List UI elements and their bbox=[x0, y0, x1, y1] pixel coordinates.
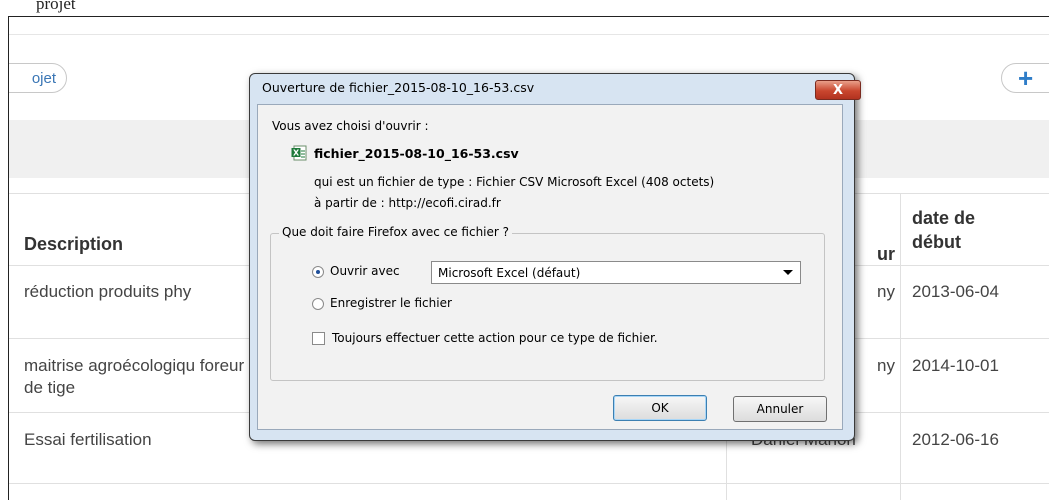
save-file-label[interactable]: Enregistrer le fichier bbox=[330, 296, 452, 310]
open-with-value: Microsoft Excel (défaut) bbox=[438, 266, 581, 280]
always-label[interactable]: Toujours effectuer cette action pour ce … bbox=[332, 331, 658, 345]
open-file-dialog: Ouverture de fichier_2015-08-10_16-53.cs… bbox=[249, 73, 861, 441]
dialog-title: Ouverture de fichier_2015-08-10_16-53.cs… bbox=[262, 80, 535, 95]
row-3-start-date: 2012-06-16 bbox=[912, 430, 999, 449]
add-button[interactable]: + bbox=[1001, 63, 1049, 93]
header-description: Description bbox=[24, 234, 124, 254]
row-2-author: ny bbox=[877, 356, 895, 375]
table-row-line bbox=[9, 483, 1049, 484]
dialog-body: Vous avez choisi d'ouvrir : X fichier_20… bbox=[257, 104, 843, 430]
excel-file-icon: X bbox=[291, 145, 307, 161]
open-with-select[interactable]: Microsoft Excel (défaut) bbox=[431, 261, 801, 284]
ok-button[interactable]: OK bbox=[613, 395, 707, 421]
always-checkbox[interactable] bbox=[312, 332, 325, 345]
plus-icon: + bbox=[1018, 63, 1034, 93]
column-divider bbox=[900, 193, 901, 500]
file-name: fichier_2015-08-10_16-53.csv bbox=[314, 146, 519, 161]
row-3-description: Essai fertilisation bbox=[24, 430, 152, 449]
top-strip: projet bbox=[0, 0, 1049, 16]
row-2-start-date: 2014-10-01 bbox=[912, 356, 999, 375]
save-file-radio[interactable] bbox=[312, 298, 324, 310]
divider bbox=[9, 34, 1049, 35]
row-1-start-date: 2013-06-04 bbox=[912, 282, 999, 301]
chevron-down-icon bbox=[783, 270, 793, 275]
action-question: Que doit faire Firefox avec ce fichier ? bbox=[279, 225, 513, 239]
header-partial-text: projet bbox=[36, 0, 76, 13]
project-button-label: ojet bbox=[31, 70, 56, 87]
close-icon: X bbox=[832, 83, 844, 98]
file-type-line: qui est un fichier de type : Fichier CSV… bbox=[314, 175, 715, 189]
header-start-date: date de début bbox=[912, 208, 976, 252]
close-button[interactable]: X bbox=[815, 80, 861, 100]
row-1-description: réduction produits phy bbox=[24, 282, 192, 301]
open-with-radio[interactable] bbox=[312, 266, 324, 278]
project-button[interactable]: ojet bbox=[9, 63, 67, 93]
source-line: à partir de : http://ecofi.cirad.fr bbox=[314, 196, 501, 210]
header-author: ur bbox=[877, 244, 895, 264]
row-2-description: maitrise agroécologiqu foreur de tige bbox=[24, 356, 245, 397]
open-with-label[interactable]: Ouvrir avec bbox=[330, 264, 400, 278]
row-1-author: ny bbox=[877, 282, 895, 301]
cancel-button[interactable]: Annuler bbox=[733, 396, 827, 422]
dialog-intro: Vous avez choisi d'ouvrir : bbox=[272, 119, 429, 133]
svg-text:X: X bbox=[293, 149, 300, 158]
